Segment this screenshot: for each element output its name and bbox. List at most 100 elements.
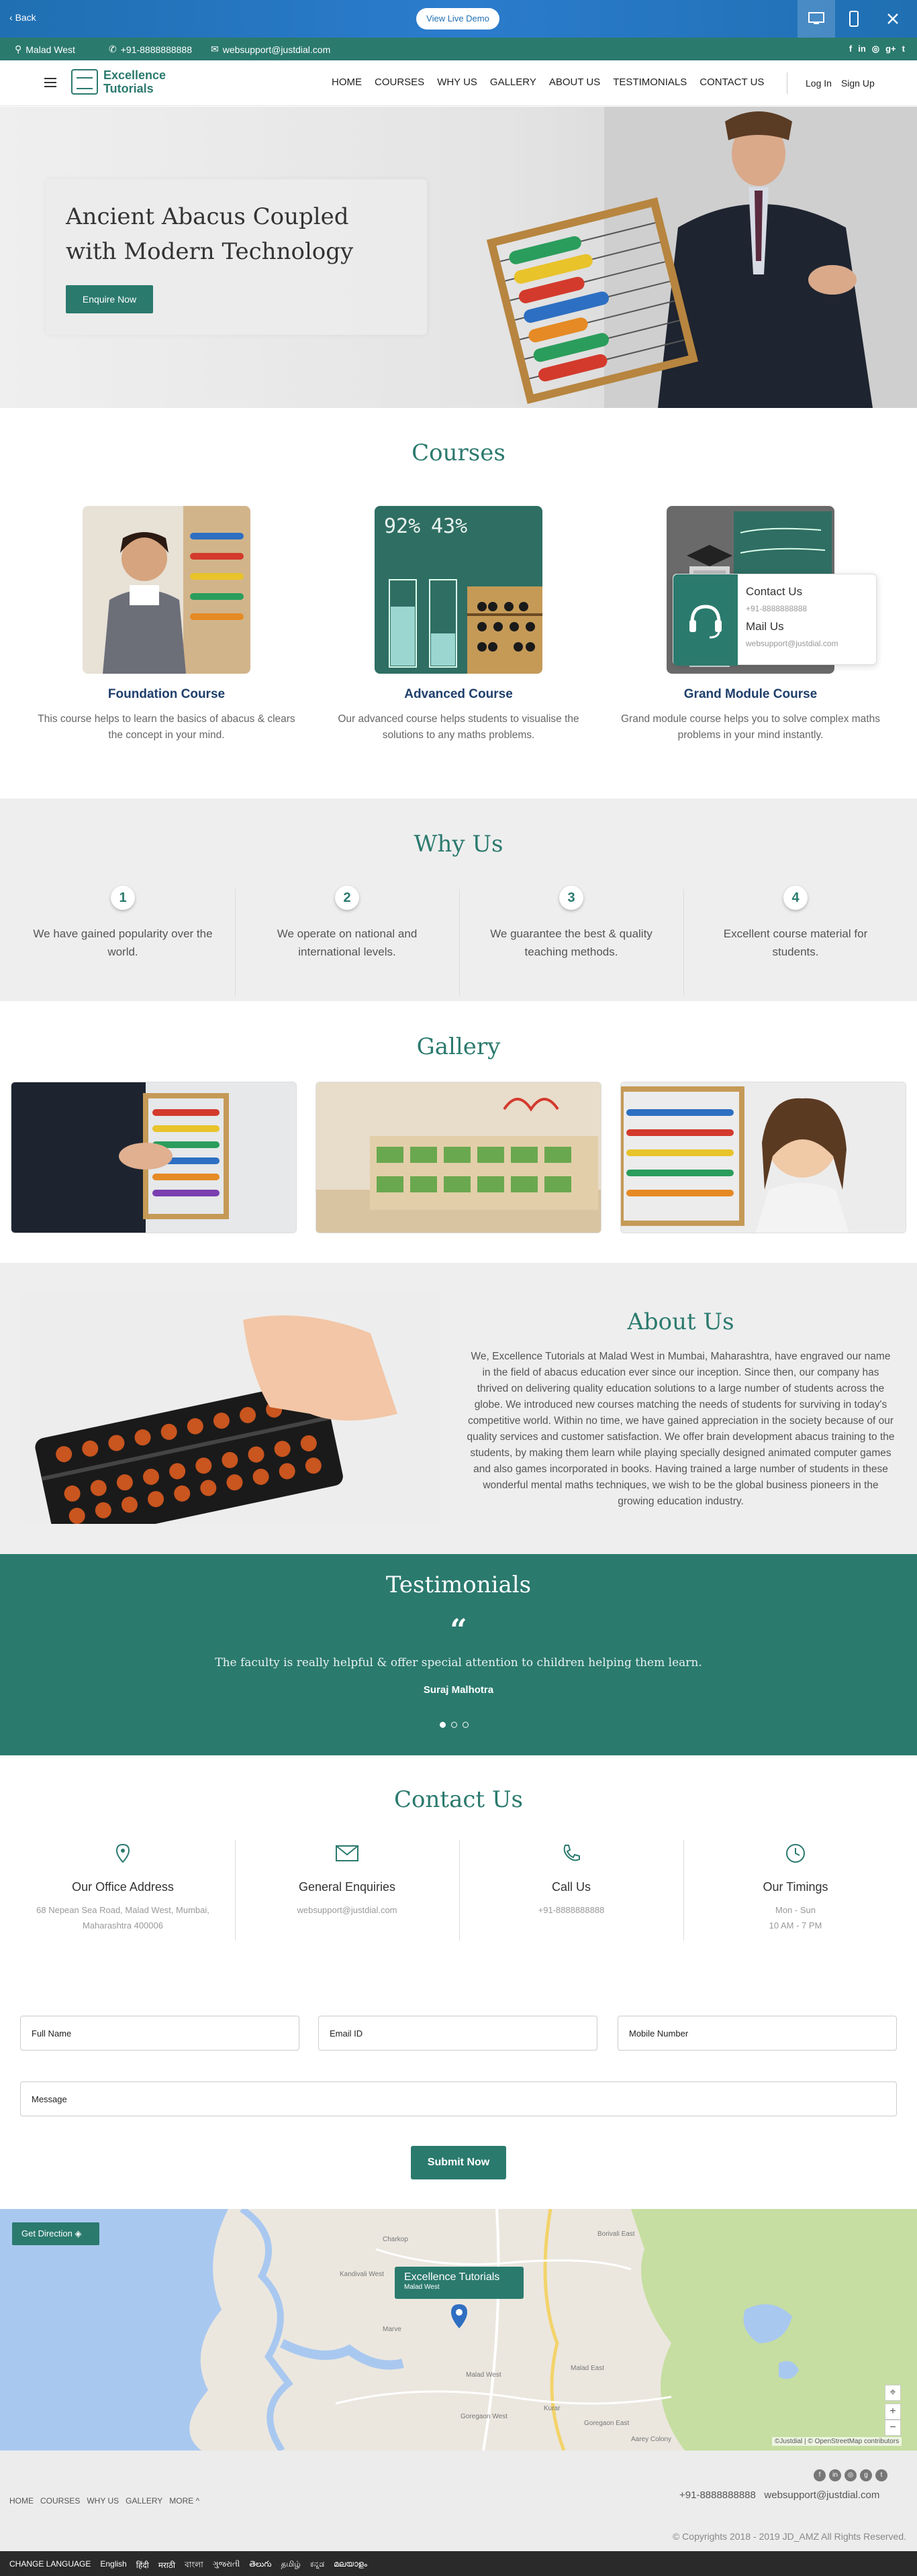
linkedin-icon[interactable]: in	[858, 44, 866, 54]
footer-nav: HOME COURSES WHY US GALLERY MORE ^	[9, 2496, 199, 2506]
desktop-view-icon[interactable]	[798, 0, 835, 38]
email-info[interactable]: ✉ websupport@justdial.com	[211, 44, 330, 55]
advanced-course-image: 92% 43%	[375, 506, 542, 674]
instagram-icon[interactable]: ◎	[872, 44, 879, 54]
nav-why-us[interactable]: WHY US	[437, 76, 477, 88]
why-us-title: Why Us	[414, 831, 503, 858]
map-marker-icon[interactable]	[450, 2303, 469, 2330]
google-plus-icon[interactable]: g	[860, 2469, 872, 2481]
location-map[interactable]: Charkop Kandivali West Malad West Marve …	[0, 2209, 917, 2451]
nav-testimonials[interactable]: TESTIMONIALS	[613, 76, 687, 88]
footer-link-gallery[interactable]: GALLERY	[126, 2496, 162, 2506]
contact-phone[interactable]: +91-8888888888	[746, 604, 807, 613]
linkedin-icon[interactable]: in	[829, 2469, 841, 2481]
gallery-image-1[interactable]	[11, 1082, 297, 1233]
testimonial-author: Suraj Malhotra	[423, 1684, 494, 1696]
contact-line: 10 AM - 7 PM	[769, 1920, 822, 1930]
nav-home[interactable]: HOME	[332, 76, 362, 88]
logo[interactable]: Excellence Tutorials	[71, 68, 166, 95]
map-zoom-in-button[interactable]: +	[885, 2404, 901, 2420]
facebook-icon[interactable]: f	[849, 44, 852, 54]
contact-line: Maharashtra 400006	[83, 1920, 163, 1930]
contact-line: Mon - Sun	[775, 1905, 816, 1915]
gallery-image-2[interactable]	[316, 1082, 601, 1233]
about-title: About Us	[627, 1308, 734, 1335]
why-us-number: 3	[559, 886, 583, 910]
courses-title: Courses	[412, 440, 505, 466]
menu-icon[interactable]	[44, 78, 56, 87]
mobile-number-input[interactable]: Mobile Number	[618, 2016, 897, 2051]
chevron-up-icon: ^	[195, 2496, 200, 2506]
facebook-icon[interactable]: f	[814, 2469, 826, 2481]
map-attribution[interactable]: ©Justdial | © OpenStreetMap contributors	[772, 2437, 902, 2446]
hero-title: Ancient Abacus Coupled with Modern Techn…	[66, 203, 354, 265]
floating-contact-widget[interactable]: Contact Us +91-8888888888 Mail Us websup…	[673, 574, 877, 666]
footer-link-courses[interactable]: COURSES	[40, 2496, 80, 2506]
language-option[interactable]: English	[100, 2559, 126, 2573]
carousel-dot[interactable]	[463, 1722, 469, 1728]
language-option[interactable]: हिंदी	[136, 2559, 149, 2573]
nav-gallery[interactable]: GALLERY	[490, 76, 536, 88]
back-link[interactable]: ‹ Back	[9, 12, 36, 23]
map-zoom-out-button[interactable]: −	[885, 2420, 901, 2436]
contact-enquiries: General Enquiries websupport@justdial.co…	[235, 1840, 459, 1918]
full-name-input[interactable]: Full Name	[20, 2016, 299, 2051]
message-input[interactable]: Message	[20, 2081, 897, 2116]
carousel-dot[interactable]	[440, 1722, 446, 1728]
course-name: Advanced Course	[404, 687, 513, 701]
enquire-now-button[interactable]: Enquire Now	[66, 285, 153, 313]
signup-link[interactable]: Sign Up	[841, 78, 875, 89]
contact-heading: Our Timings	[763, 1880, 828, 1894]
testimonials-section: Testimonials “ The faculty is really hel…	[0, 1554, 917, 1755]
footer-link-why-us[interactable]: WHY US	[87, 2496, 119, 2506]
course-card-advanced[interactable]: 92% 43% Advanced Course Our advanced cou…	[322, 506, 595, 743]
footer-phone[interactable]: +91-8888888888	[679, 2489, 756, 2501]
instagram-icon[interactable]: ◎	[844, 2469, 857, 2481]
contact-email[interactable]: websupport@justdial.com	[746, 639, 838, 648]
carousel-dot[interactable]	[451, 1722, 457, 1728]
nav-about-us[interactable]: ABOUT US	[549, 76, 600, 88]
language-option[interactable]: தமிழ்	[281, 2559, 301, 2573]
footer-email[interactable]: websupport@justdial.com	[764, 2489, 879, 2501]
get-direction-button[interactable]: Get Direction ◈	[12, 2222, 99, 2245]
location-text: Malad West	[26, 44, 75, 55]
footer-link-more[interactable]: MORE ^	[169, 2496, 199, 2506]
contact-line[interactable]: +91-8888888888	[538, 1905, 605, 1915]
location-info: ⚲ Malad West	[15, 44, 75, 55]
close-icon[interactable]	[874, 0, 912, 38]
view-live-demo-button[interactable]: View Live Demo	[416, 8, 499, 30]
envelope-icon	[235, 1840, 459, 1867]
main-header: Excellence Tutorials HOME COURSES WHY US…	[0, 60, 917, 106]
map-place-label: Kurar	[544, 2405, 561, 2412]
language-option[interactable]: मराठी	[158, 2559, 175, 2573]
contact-line[interactable]: websupport@justdial.com	[297, 1905, 397, 1915]
language-option[interactable]: ಕನ್ನಡ	[310, 2559, 324, 2573]
why-us-item: 3 We guarantee the best & quality teachi…	[459, 886, 683, 961]
map-place-label: Kandivali West	[340, 2271, 384, 2278]
language-option[interactable]: বাংলা	[185, 2559, 203, 2573]
nav-courses[interactable]: COURSES	[375, 76, 424, 88]
email-input[interactable]: Email ID	[318, 2016, 597, 2051]
language-option[interactable]: తెలుగు	[249, 2559, 271, 2573]
footer-link-home[interactable]: HOME	[9, 2496, 34, 2506]
google-plus-icon[interactable]: g+	[885, 44, 896, 54]
hero-banner: Ancient Abacus Coupled with Modern Techn…	[0, 107, 917, 408]
gallery-image-3[interactable]	[620, 1082, 906, 1233]
language-bar: CHANGE LANGUAGE English हिंदी मराठी বাংল…	[0, 2551, 917, 2576]
logo-line-1: Excellence	[103, 68, 166, 82]
logo-line-2: Tutorials	[103, 82, 154, 95]
headset-icon	[673, 574, 738, 666]
mobile-view-icon[interactable]	[835, 0, 873, 38]
submit-button[interactable]: Submit Now	[411, 2146, 506, 2179]
login-link[interactable]: Log In	[806, 78, 832, 89]
map-locate-icon[interactable]: ⌖	[885, 2385, 901, 2401]
twitter-icon[interactable]: t	[902, 44, 905, 54]
footer: f in ◎ g t HOME COURSES WHY US GALLERY M…	[0, 2451, 917, 2551]
nav-contact-us[interactable]: CONTACT US	[699, 76, 764, 88]
phone-info[interactable]: ✆ +91-8888888888	[109, 44, 192, 55]
contact-heading: Call Us	[551, 1880, 591, 1894]
language-option[interactable]: മലയാളം	[334, 2559, 367, 2573]
language-option[interactable]: ગુજરાતી	[213, 2559, 240, 2573]
course-card-foundation[interactable]: Foundation Course This course helps to l…	[30, 506, 303, 743]
twitter-icon[interactable]: t	[875, 2469, 887, 2481]
